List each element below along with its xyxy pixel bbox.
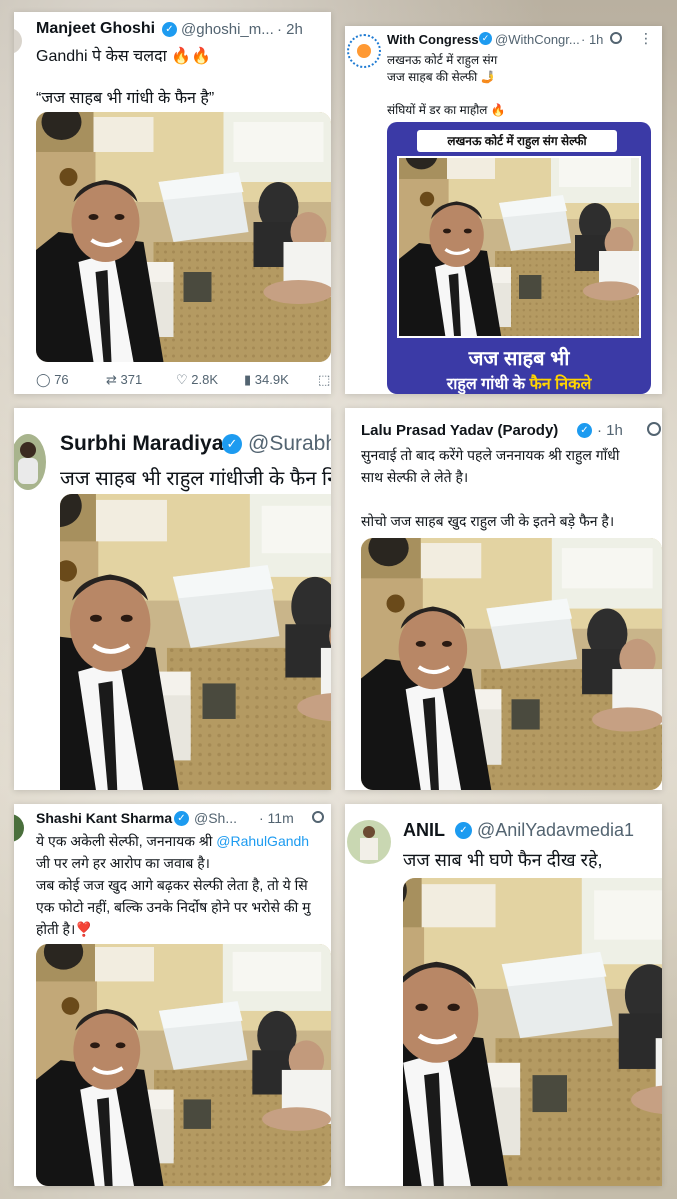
tweet-text-part: ये एक अकेली सेल्फी, जननायक श्री — [36, 833, 217, 849]
congress-logo-icon — [357, 44, 371, 58]
bookmark-icon[interactable]: ⬚ — [318, 372, 330, 388]
tweet-text-line: Gandhi पे केस चलदा 🔥🔥 — [36, 48, 212, 65]
tweet-text-line: सोचो जज साहब खुद राहुल जी के इतने बड़े फ… — [361, 513, 615, 529]
selfie-photo — [36, 112, 331, 362]
reply-button[interactable]: ◯ 76 — [36, 372, 69, 388]
verified-icon: ✓ — [479, 32, 492, 45]
selfie-photo — [399, 158, 639, 336]
views-button[interactable]: ▮ 34.9K — [244, 372, 289, 388]
reply-count: 76 — [54, 372, 69, 387]
tweet-text-line: जज साहब की सेल्फी 🤳 — [387, 70, 496, 84]
author-name[interactable]: Shashi Kant Sharma — [36, 810, 172, 826]
banner-title: लखनऊ कोर्ट में राहुल संग सेल्फी — [447, 134, 587, 148]
verified-icon: ✓ — [577, 423, 592, 438]
avatar[interactable] — [14, 434, 46, 490]
tweet-card-manjeet[interactable]: Manjeet Ghoshi ✓ @ghoshi_m... · 2h Gandh… — [14, 12, 331, 394]
tweet-quote: “जज साहब भी गांधी के फैन है” — [36, 90, 215, 107]
tweet-time[interactable]: · 1h — [581, 32, 603, 47]
banner-caption-1: जज साहब भी — [468, 348, 570, 370]
author-handle[interactable]: @ghoshi_m... — [181, 21, 274, 38]
person-body — [18, 458, 38, 484]
more-icon[interactable]: ⋮ — [639, 30, 653, 47]
verified-icon: ✓ — [455, 822, 472, 839]
repost-icon: ⇄ — [106, 372, 117, 387]
like-icon: ♡ — [176, 372, 188, 387]
person-body — [360, 838, 378, 860]
banner-caption-2: राहुल गांधी के फैन निकले — [387, 372, 651, 394]
action-bar: ◯ 76 ⇄ 371 ♡ 2.8K ▮ 34.9K ⬚ — [36, 372, 331, 390]
tweet-time[interactable]: · 2h — [277, 21, 303, 38]
tweet-photo[interactable] — [36, 112, 331, 362]
tweet-text-line: एक फोटो नहीं, बल्कि उनके निर्दोष होने पर… — [36, 899, 311, 915]
grok-icon[interactable] — [312, 811, 324, 823]
mention-link[interactable]: @RahulGandh — [216, 833, 309, 849]
views-icon: ▮ — [244, 372, 252, 387]
tweet-card-anil[interactable]: ANIL ✓ @AnilYadavmedia1 जज साब भी घणे फै… — [345, 804, 662, 1186]
banner-caption-2a: राहुल गांधी के — [446, 376, 530, 393]
banner-photo — [397, 156, 641, 338]
author-name[interactable]: ANIL — [403, 820, 445, 841]
avatar[interactable] — [347, 34, 381, 68]
selfie-photo — [36, 944, 331, 1186]
tweet-text-line: जी पर लगे हर आरोप का जवाब है। — [36, 855, 210, 871]
author-name[interactable]: With Congress — [387, 32, 479, 47]
tweet-card-withcongress[interactable]: With Congress ✓ @WithCongr... · 1h ⋮ लखन… — [345, 26, 662, 394]
verified-icon: ✓ — [162, 22, 177, 37]
person-icon — [20, 442, 36, 458]
selfie-photo — [60, 494, 331, 790]
tweet-time[interactable]: · 1h — [597, 422, 623, 439]
verified-icon: ✓ — [174, 811, 189, 826]
tweet-text-line: संघियों में डर का माहौल 🔥 — [387, 103, 506, 117]
tweet-photo[interactable] — [403, 878, 662, 1186]
views-count: 34.9K — [254, 372, 289, 387]
repost-button[interactable]: ⇄ 371 — [106, 372, 142, 388]
tweet-photo[interactable]: लखनऊ कोर्ट में राहुल संग सेल्फी जज साहब … — [387, 122, 651, 394]
tweet-text-line: ये एक अकेली सेल्फी, जननायक श्री @RahulGa… — [36, 832, 309, 851]
tweet-photo[interactable] — [36, 944, 331, 1186]
author-handle[interactable]: @Surabh — [248, 432, 331, 456]
author-name[interactable]: Manjeet Ghoshi — [36, 20, 155, 38]
tweet-text-line: जब कोई जज खुद आगे बढ़कर सेल्फी लेता है, … — [36, 877, 308, 893]
tweet-card-shashi[interactable]: Shashi Kant Sharma ✓ @Sh... · 11m ये एक … — [14, 804, 331, 1186]
like-button[interactable]: ♡ 2.8K — [176, 372, 218, 388]
banner-caption-2b: फैन निकले — [529, 376, 592, 393]
author-handle[interactable]: @WithCongr... — [495, 32, 580, 47]
author-handle[interactable]: @AnilYadavmedia1 — [477, 820, 634, 841]
like-count: 2.8K — [191, 372, 219, 387]
tweet-text-line: जज साहब भी राहुल गांधीजी के फैन नि — [60, 468, 331, 490]
grok-icon[interactable] — [610, 32, 622, 44]
verified-icon: ✓ — [222, 434, 242, 454]
grok-icon[interactable] — [647, 422, 661, 436]
author-name[interactable]: Lalu Prasad Yadav (Parody) — [361, 422, 558, 439]
author-handle[interactable]: @Sh... — [194, 810, 237, 826]
tweet-photo[interactable] — [60, 494, 331, 790]
tweet-text-line: साथ सेल्फी ले लेते है। — [361, 469, 469, 485]
tweet-text-line: लखनऊ कोर्ट में राहुल संग — [387, 53, 498, 67]
avatar[interactable] — [347, 820, 391, 864]
tweet-card-lalu[interactable]: Lalu Prasad Yadav (Parody) ✓ · 1h सुनवाई… — [345, 408, 662, 790]
tweet-card-surbhi[interactable]: Surbhi Maradiya ✓ @Surabh जज साहब भी राह… — [14, 408, 331, 790]
selfie-photo — [403, 878, 662, 1186]
selfie-photo — [361, 538, 662, 790]
tweet-photo[interactable] — [361, 538, 662, 790]
author-name[interactable]: Surbhi Maradiya — [60, 432, 223, 456]
tweet-text-line: जज साब भी घणे फैन दीख रहे, — [403, 850, 603, 870]
banner-title-box: लखनऊ कोर्ट में राहुल संग सेल्फी — [417, 130, 617, 152]
avatar[interactable] — [14, 28, 22, 54]
avatar[interactable] — [14, 814, 24, 842]
tweet-time[interactable]: · 11m — [259, 810, 294, 826]
reply-icon: ◯ — [36, 372, 51, 387]
tweet-text-line: होती है।❣️ — [36, 921, 93, 937]
repost-count: 371 — [120, 372, 143, 387]
person-icon — [363, 826, 375, 838]
tweet-text-line: सुनवाई तो बाद करेंगे पहले जननायक श्री रा… — [361, 447, 620, 463]
